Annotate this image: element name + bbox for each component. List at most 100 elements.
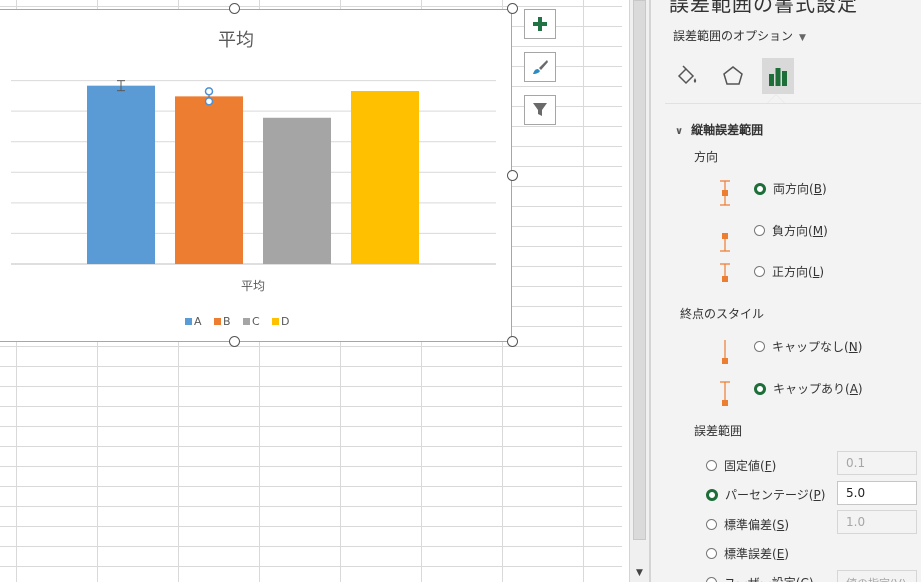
- chart-filters-button[interactable]: [524, 95, 556, 125]
- std-deviation-key: S: [776, 517, 785, 532]
- direction-plus-label: 正方向: [772, 265, 809, 279]
- resize-handle-bottom-right[interactable]: [507, 336, 518, 347]
- error-bar-handle: [204, 87, 214, 96]
- error-bar-options-tab[interactable]: [762, 58, 794, 94]
- bar-d[interactable]: [351, 91, 419, 265]
- radio-selected-icon: [754, 182, 766, 195]
- legend-swatch-a: [185, 318, 192, 325]
- legend-swatch-c: [243, 318, 250, 325]
- std-error-radio[interactable]: 標準誤差(E): [706, 545, 789, 562]
- legend-swatch-d: [272, 318, 279, 325]
- radio-icon: [706, 548, 717, 559]
- radio-icon: [706, 519, 717, 530]
- filter-icon: [533, 103, 547, 116]
- chart-elements-button[interactable]: [524, 9, 556, 39]
- percentage-input[interactable]: [837, 481, 917, 505]
- chevron-down-icon: ∨: [675, 126, 684, 137]
- fixed-value-input[interactable]: [837, 451, 917, 475]
- options-dropdown-label: 誤差範囲のオプション: [673, 29, 794, 43]
- scrollbar-thumb[interactable]: [633, 0, 646, 540]
- direction-plus-key: L: [812, 264, 820, 279]
- chart-plot[interactable]: 平均平均A B C D: [0, 10, 513, 343]
- bar-c[interactable]: [263, 117, 331, 265]
- std-deviation-input[interactable]: [837, 510, 917, 534]
- direction-minus-label: 負方向: [772, 224, 809, 238]
- end-style-no-cap-radio[interactable]: キャップなし(N): [754, 338, 862, 355]
- bar-a[interactable]: [87, 85, 155, 265]
- direction-label: 方向: [694, 150, 719, 164]
- vertical-error-bars-section[interactable]: ∨ 縦軸誤差範囲: [675, 121, 763, 138]
- direction-both-radio[interactable]: 両方向(B): [754, 180, 827, 197]
- no-cap-label: キャップなし: [772, 340, 845, 354]
- category-label: 平均: [241, 279, 265, 293]
- plus-icon: [533, 17, 547, 31]
- bar-chart-icon: [769, 68, 787, 86]
- std-deviation-radio[interactable]: 標準偏差(S): [706, 516, 789, 533]
- percentage-radio[interactable]: パーセンテージ(P): [706, 486, 825, 503]
- radio-icon: [706, 460, 717, 471]
- fixed-value-label: 固定値: [724, 459, 761, 473]
- chart-title: 平均: [218, 30, 254, 51]
- resize-handle-right[interactable]: [507, 170, 518, 181]
- resize-handle-bottom[interactable]: [229, 336, 240, 347]
- legend-label-c: C: [252, 315, 260, 328]
- cap-key: A: [849, 381, 858, 396]
- resize-handle-top-right[interactable]: [507, 3, 518, 14]
- format-error-bars-pane: 誤差範囲の書式設定 誤差範囲のオプション ▼ ∨ 縦軸誤差範囲 方向 両方向(B) …: [650, 0, 921, 582]
- radio-icon: [754, 266, 765, 277]
- custom-key: C: [800, 576, 808, 582]
- std-error-label: 標準誤差: [724, 547, 773, 561]
- tab-pointer-fill: [768, 95, 784, 103]
- no-cap-key: N: [848, 339, 858, 354]
- resize-handle-top[interactable]: [229, 3, 240, 14]
- direction-plus-radio[interactable]: 正方向(L): [754, 263, 824, 280]
- radio-icon: [706, 577, 717, 582]
- direction-minus-radio[interactable]: 負方向(M): [754, 222, 828, 239]
- chart-area[interactable]: 平均 平均 A B C D: [0, 9, 512, 342]
- custom-specify-button[interactable]: 値の指定(V): [837, 570, 917, 582]
- fixed-value-key: F: [764, 458, 772, 473]
- legend-swatch-b: [214, 318, 221, 325]
- radio-icon: [754, 225, 765, 236]
- legend-label-a: A: [194, 315, 202, 328]
- cap-label: キャップあり: [773, 382, 846, 396]
- plus-direction-icon: [720, 263, 730, 282]
- section-header-label: 縦軸誤差範囲: [691, 123, 764, 137]
- direction-minus-key: M: [812, 223, 824, 238]
- radio-selected-icon: [706, 488, 718, 501]
- std-error-key: E: [776, 546, 785, 561]
- brush-icon: [533, 60, 548, 74]
- error-amount-label: 誤差範囲: [694, 424, 743, 438]
- pentagon-icon: [723, 66, 743, 85]
- fill-line-tab[interactable]: [671, 58, 703, 94]
- no-cap-icon: [722, 340, 728, 364]
- error-bar-options-dropdown[interactable]: 誤差範囲のオプション ▼: [673, 27, 806, 44]
- end-style-cap-radio[interactable]: キャップあり(A): [754, 380, 863, 397]
- legend-label-d: D: [281, 315, 289, 328]
- bar-b[interactable]: [175, 96, 243, 264]
- direction-both-label: 両方向: [773, 182, 810, 196]
- pane-divider: [665, 103, 921, 104]
- direction-both-key: B: [813, 181, 822, 196]
- radio-selected-icon: [754, 382, 766, 395]
- minus-direction-icon: [720, 233, 730, 252]
- chevron-down-icon: ▼: [799, 33, 806, 43]
- percentage-label: パーセンテージ: [725, 488, 809, 502]
- custom-radio[interactable]: ユーザー設定(C): [706, 574, 814, 582]
- both-direction-icon: [720, 180, 730, 206]
- error-bar-handle: [204, 97, 214, 106]
- chart-styles-button[interactable]: [524, 52, 556, 82]
- percentage-key: P: [813, 487, 821, 502]
- vertical-scrollbar[interactable]: ▼: [629, 0, 650, 582]
- std-deviation-label: 標準偏差: [724, 518, 773, 532]
- legend-label-b: B: [223, 315, 231, 328]
- pane-title: 誤差範囲の書式設定: [669, 0, 858, 16]
- effects-tab[interactable]: [717, 58, 749, 94]
- custom-label: ユーザー設定: [724, 574, 796, 582]
- cap-icon: [720, 381, 730, 406]
- end-style-label: 終点のスタイル: [680, 307, 765, 321]
- radio-icon: [754, 341, 765, 352]
- scroll-down-arrow-icon[interactable]: ▼: [631, 565, 648, 582]
- fixed-value-radio[interactable]: 固定値(F): [706, 457, 776, 474]
- paint-bucket-icon: [677, 65, 697, 85]
